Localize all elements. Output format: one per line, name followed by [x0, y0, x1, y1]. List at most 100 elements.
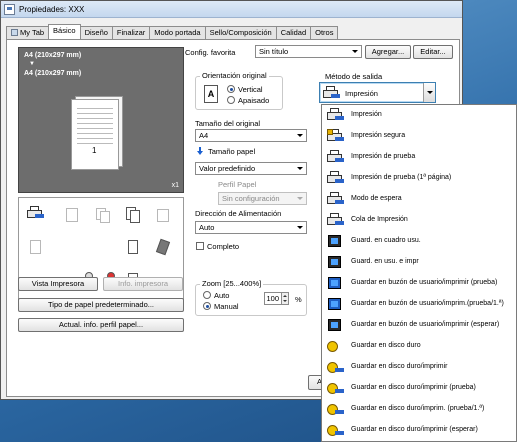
- list-item-label: Impresión segura: [351, 132, 406, 139]
- tab-label: Sello/Composición: [209, 28, 272, 37]
- secure-print-icon: [327, 129, 345, 144]
- list-item-label: Guardar en disco duro/imprimir (esperar): [351, 426, 478, 433]
- zoom-value-input[interactable]: 100: [264, 292, 282, 305]
- list-item-impresion[interactable]: Impresión: [322, 105, 516, 126]
- user-box-print-icon: [327, 255, 345, 270]
- tab-modo-portada[interactable]: Modo portada: [149, 26, 206, 39]
- list-item-disco-prueba[interactable]: Guardar en disco duro/imprimir (prueba): [322, 378, 516, 399]
- list-item-buzon-prueba-1[interactable]: Guardar en buzón de usuario/imprim.(prue…: [322, 294, 516, 315]
- list-item-label: Impresión: [351, 111, 382, 118]
- output-method-value: Impresión: [345, 89, 378, 98]
- preview-original-size: A4 (210x297 mm): [24, 52, 82, 59]
- list-item-disco-prueba-1[interactable]: Guardar en disco duro/imprim. (prueba/1.…: [322, 399, 516, 420]
- hard-disk-proof-first-icon: [327, 402, 345, 417]
- tab-finalizar[interactable]: Finalizar: [111, 26, 151, 39]
- list-item-cola-impresion[interactable]: Cola de Impresión: [322, 210, 516, 231]
- tab-calidad[interactable]: Calidad: [275, 26, 312, 39]
- cover-icon[interactable]: [154, 238, 172, 256]
- user-box-hold-icon: [327, 318, 345, 333]
- list-item-disco-duro[interactable]: Guardar en disco duro: [322, 336, 516, 357]
- list-item-impresion-segura[interactable]: Impresión segura: [322, 126, 516, 147]
- orientation-title: Orientación original: [200, 71, 269, 80]
- list-item-disco-esperar[interactable]: Guardar en disco duro/imprimir (esperar): [322, 420, 516, 441]
- list-item-label: Cola de Impresión: [351, 216, 408, 223]
- paper-size-value: Valor predefinido: [199, 164, 256, 173]
- page-preview: A4 (210x297 mm) ▼ A4 (210x297 mm) 1 x1: [18, 47, 184, 193]
- punch-icon: [27, 238, 45, 256]
- actual-info-perfil-button[interactable]: Actual. info. perfil papel...: [18, 318, 184, 332]
- output-printer-icon[interactable]: [27, 206, 45, 224]
- tab-label: My Tab: [20, 28, 45, 37]
- zoom-title: Zoom [25...400%]: [200, 279, 264, 288]
- agregar-button[interactable]: Agregar...: [365, 45, 411, 59]
- info-impresora-button[interactable]: Info. impresora: [103, 277, 183, 291]
- tab-label: Calidad: [280, 28, 307, 37]
- list-item-label: Impresión de prueba: [351, 153, 416, 160]
- favorite-select[interactable]: Sin título: [255, 45, 362, 58]
- chevron-down-icon: [352, 50, 358, 53]
- fold-icon[interactable]: [124, 238, 142, 256]
- list-item-disco-imprimir[interactable]: Guardar en disco duro/imprimir: [322, 357, 516, 378]
- list-item-label: Modo de espera: [351, 195, 402, 202]
- zoom-auto-radio[interactable]: [203, 291, 211, 299]
- tab-sello-composicion[interactable]: Sello/Composición: [204, 26, 277, 39]
- orientation-vertical-label: Vertical: [238, 85, 263, 94]
- tab-basico[interactable]: Básico: [48, 24, 81, 39]
- favorite-value: Sin título: [259, 47, 289, 56]
- paper-size-select[interactable]: Valor predefinido: [195, 162, 307, 175]
- list-item-label: Guardar en disco duro/imprimir (prueba): [351, 384, 476, 391]
- feed-direction-value: Auto: [199, 223, 215, 232]
- favorite-label: Config. favorita: [185, 48, 236, 57]
- hold-icon: [327, 192, 345, 207]
- completo-checkbox[interactable]: [196, 242, 204, 250]
- feed-direction-label: Dirección de Alimentación: [195, 209, 282, 218]
- feed-direction-select[interactable]: Auto: [195, 221, 307, 234]
- hard-disk-proof-icon: [327, 381, 345, 396]
- orientation-vertical-radio[interactable]: [227, 85, 235, 93]
- tab-label: Otros: [315, 28, 334, 37]
- completo-label: Completo: [207, 242, 240, 251]
- tab-otros[interactable]: Otros: [310, 26, 339, 39]
- list-item-guard-usu-impr[interactable]: Guard. en usu. e impr: [322, 252, 516, 273]
- original-size-value: A4: [199, 131, 209, 140]
- tipo-papel-button[interactable]: Tipo de papel predeterminado...: [18, 298, 184, 312]
- proof-print-icon: [327, 150, 345, 165]
- list-item-label: Guardar en disco duro: [351, 342, 421, 349]
- orientation-apaisado-radio[interactable]: [227, 96, 235, 104]
- paper-profile-select[interactable]: Sin configuración: [218, 192, 307, 205]
- paper-profile-value: Sin configuración: [222, 194, 280, 203]
- list-item-label: Impresión de prueba (1ª página): [351, 174, 452, 181]
- list-item-guard-cuadro[interactable]: Guard. en cuadro usu.: [322, 231, 516, 252]
- duplex-icon: [94, 206, 112, 224]
- proof-first-page-icon: [327, 171, 345, 186]
- list-item-buzon-esperar[interactable]: Guardar en buzón de usuario/imprimir (es…: [322, 315, 516, 336]
- preview-sheet: 1: [71, 99, 119, 170]
- list-item-modo-espera[interactable]: Modo de espera: [322, 189, 516, 210]
- vista-impresora-button[interactable]: Vista Impresora: [18, 277, 98, 291]
- printer-app-icon: [4, 3, 15, 15]
- editar-button[interactable]: Editar...: [413, 45, 453, 59]
- tab-my-tab[interactable]: My Tab: [6, 26, 50, 39]
- list-item-impresion-prueba[interactable]: Impresión de prueba: [322, 147, 516, 168]
- list-item-label: Guardar en disco duro/imprim. (prueba/1.…: [351, 405, 485, 412]
- original-size-select[interactable]: A4: [195, 129, 307, 142]
- tab-strip: My Tab Básico Diseño Finalizar Modo port…: [6, 24, 339, 39]
- list-item-buzon-prueba[interactable]: Guardar en buzón de usuario/imprimir (pr…: [322, 273, 516, 294]
- orientation-apaisado-label: Apaisado: [238, 96, 270, 105]
- output-method-select[interactable]: Impresión: [319, 82, 436, 103]
- queue-icon: [327, 213, 345, 228]
- user-box-icon: [327, 234, 345, 249]
- zoom-spinner[interactable]: [281, 292, 289, 305]
- preview-arrow-icon: ▼: [29, 61, 35, 67]
- zoom-manual-radio[interactable]: [203, 302, 211, 310]
- chevron-down-icon: [297, 134, 303, 137]
- dropdown-arrow-icon[interactable]: [423, 83, 435, 102]
- list-item-label: Guard. en cuadro usu.: [351, 237, 421, 244]
- original-size-label: Tamaño del original: [195, 119, 261, 128]
- chevron-down-icon: [297, 197, 303, 200]
- tab-diseno[interactable]: Diseño: [79, 26, 113, 39]
- booklet-icon[interactable]: [124, 206, 142, 224]
- zoom-auto-label: Auto: [214, 291, 230, 300]
- list-item-impresion-prueba-1[interactable]: Impresión de prueba (1ª página): [322, 168, 516, 189]
- tab-label: Diseño: [84, 28, 108, 37]
